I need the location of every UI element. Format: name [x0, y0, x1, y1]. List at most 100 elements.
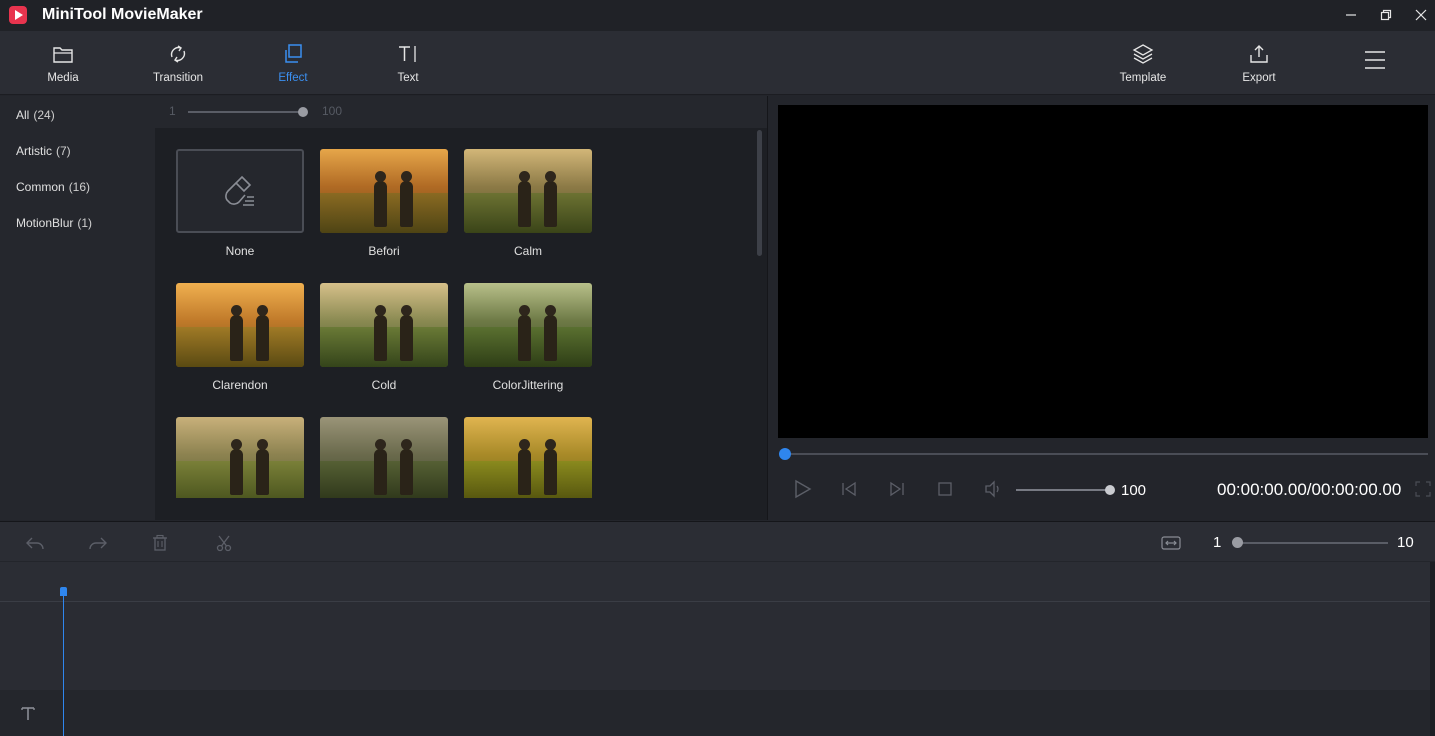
effect-label: None — [225, 244, 255, 258]
minimize-button[interactable] — [1340, 4, 1362, 26]
redo-icon — [89, 537, 107, 550]
export-icon — [1246, 41, 1272, 67]
template-button[interactable]: Template — [1098, 41, 1188, 89]
delete-button[interactable] — [149, 532, 171, 554]
fit-to-window-icon — [1161, 536, 1181, 550]
volume-slider-track[interactable] — [1016, 489, 1108, 491]
effect-thumb-clarendon[interactable] — [176, 283, 304, 367]
template-label: Template — [1119, 72, 1167, 84]
effect-thumb-none[interactable] — [176, 149, 304, 233]
tab-media[interactable]: Media — [18, 41, 108, 89]
tab-text[interactable]: Text — [363, 41, 453, 89]
playhead-line — [63, 594, 64, 736]
effect-label: Befori — [368, 244, 400, 258]
intensity-min: 1 — [169, 104, 176, 118]
hamburger-menu-icon — [1362, 47, 1388, 73]
menu-button[interactable] — [1330, 47, 1420, 95]
zoom-max-label: 10 — [1397, 534, 1414, 551]
trash-icon — [153, 534, 167, 551]
redo-button[interactable] — [87, 532, 109, 554]
previous-frame-button[interactable] — [837, 479, 861, 499]
effect-label: Calm — [513, 244, 542, 258]
minimize-icon — [1346, 14, 1356, 16]
category-count: (1) — [77, 216, 93, 230]
play-icon — [795, 479, 812, 499]
effect-thumb[interactable] — [176, 417, 304, 498]
effect-thumb-calm[interactable] — [464, 149, 592, 233]
effect-thumb[interactable] — [320, 417, 448, 498]
app-title: MiniTool MovieMaker — [42, 6, 203, 23]
effect-thumb-colorjittering[interactable] — [464, 283, 592, 367]
next-frame-button[interactable] — [885, 479, 909, 499]
effect-category-panel: All (24) Artistic (7) Common (16) MotionBlu… — [0, 96, 155, 520]
effect-label: Clarendon — [212, 378, 268, 392]
effect-thumb[interactable] — [464, 417, 592, 498]
fullscreen-button[interactable] — [1411, 479, 1435, 499]
category-count: (16) — [68, 180, 91, 194]
split-button[interactable] — [213, 532, 235, 554]
intensity-max: 100 — [322, 104, 343, 118]
scissors-icon — [216, 535, 232, 552]
fullscreen-icon — [1415, 481, 1431, 497]
play-button[interactable] — [790, 479, 814, 499]
undo-button[interactable] — [24, 532, 46, 554]
tab-effect-label: Effect — [278, 72, 308, 84]
category-label: All — [16, 108, 30, 122]
effect-thumb-cold[interactable] — [320, 283, 448, 367]
text-track-icon — [18, 703, 38, 723]
zoom-min-label: 1 — [1213, 534, 1222, 551]
category-all[interactable]: All (24) — [16, 108, 55, 122]
tab-media-label: Media — [47, 72, 79, 84]
video-track[interactable] — [0, 602, 1430, 690]
export-button[interactable]: Export — [1214, 41, 1304, 89]
category-count: (24) — [33, 108, 55, 122]
fit-timeline-button[interactable] — [1160, 532, 1182, 554]
volume-button[interactable] — [981, 479, 1005, 499]
close-button[interactable] — [1410, 4, 1432, 26]
main-toolbar: Media Transition Effect Text Template Ex… — [0, 31, 1435, 95]
zoom-slider-track[interactable] — [1238, 542, 1388, 544]
zoom-slider-knob[interactable] — [1232, 537, 1243, 548]
timeline-scrollbar[interactable] — [1430, 562, 1435, 736]
previous-frame-icon — [842, 481, 856, 497]
tab-effect[interactable]: Effect — [248, 41, 338, 89]
restore-icon — [1380, 9, 1392, 21]
tab-transition[interactable]: Transition — [133, 41, 223, 89]
transition-icon — [165, 41, 191, 67]
timeline-toolbar: 1 10 — [0, 521, 1435, 561]
tab-transition-label: Transition — [152, 72, 204, 84]
gallery-scrollbar[interactable] — [757, 130, 762, 256]
effect-label: Cold — [371, 378, 397, 392]
intensity-slider-track[interactable] — [188, 111, 303, 113]
category-count: (7) — [56, 144, 71, 158]
next-frame-icon — [890, 481, 904, 497]
close-icon — [1415, 9, 1427, 21]
stop-button[interactable] — [933, 479, 957, 499]
timeline-ruler[interactable] — [0, 562, 1430, 602]
intensity-slider-bar: 1 100 — [155, 96, 767, 128]
text-track[interactable] — [0, 690, 1430, 736]
timecode-display: 00:00:00.00/00:00:00.00 — [1217, 480, 1402, 499]
title-bar: MiniTool MovieMaker — [0, 0, 1435, 31]
category-label: Artistic — [16, 144, 52, 158]
preview-panel: 100 00:00:00.00/00:00:00.00 — [768, 96, 1435, 520]
playback-progress-track[interactable] — [784, 453, 1428, 455]
effect-gallery: 1 100 None Befori Calm Clarendon Cold Co… — [155, 96, 767, 520]
video-preview-screen — [778, 105, 1428, 438]
folder-icon — [50, 41, 76, 67]
speaker-icon — [985, 480, 999, 498]
playback-progress-knob[interactable] — [779, 448, 791, 460]
layers-icon — [1130, 41, 1156, 67]
restore-button[interactable] — [1375, 4, 1397, 26]
intensity-slider-knob[interactable] — [298, 107, 308, 117]
volume-slider-knob[interactable] — [1105, 485, 1115, 495]
category-label: Common — [16, 180, 65, 194]
category-common[interactable]: Common (16) — [16, 180, 90, 194]
category-artistic[interactable]: Artistic (7) — [16, 144, 71, 158]
category-motionblur[interactable]: MotionBlur (1) — [16, 216, 92, 230]
export-label: Export — [1242, 72, 1276, 84]
tab-text-label: Text — [397, 72, 419, 84]
effect-icon — [280, 41, 306, 67]
effect-thumb-befori[interactable] — [320, 149, 448, 233]
app-logo-icon — [9, 6, 27, 24]
